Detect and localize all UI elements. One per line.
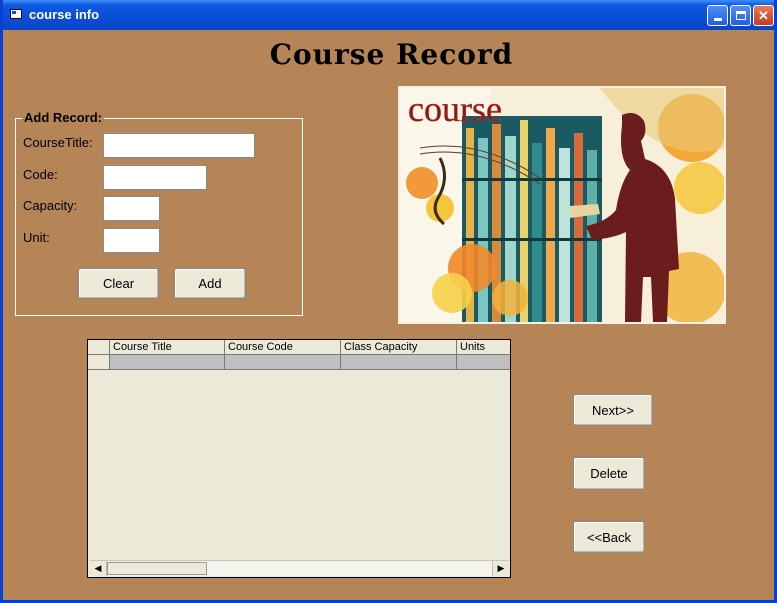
page-title: Course Record: [269, 38, 514, 71]
unit-label: Unit:: [23, 230, 50, 245]
horizontal-scrollbar[interactable]: ◀ ▶: [90, 560, 509, 576]
table-cell[interactable]: [341, 355, 457, 370]
minimize-button[interactable]: [707, 5, 728, 26]
column-header-course-code[interactable]: Course Code: [225, 340, 341, 355]
window-title: course info: [29, 7, 100, 22]
course-title-input[interactable]: [103, 133, 255, 158]
table-cell[interactable]: [457, 355, 510, 370]
capacity-label: Capacity:: [23, 198, 78, 213]
code-input[interactable]: [103, 165, 207, 190]
unit-input[interactable]: [103, 228, 160, 253]
next-button[interactable]: Next>>: [573, 394, 653, 426]
scroll-left-arrow-icon[interactable]: ◀: [90, 561, 107, 576]
maximize-icon: [735, 11, 746, 20]
clear-button[interactable]: Clear: [78, 268, 159, 299]
title-bar[interactable]: course info ✕: [3, 0, 774, 30]
course-picture: course: [398, 86, 726, 324]
picture-caption: course: [408, 89, 502, 129]
grid-corner-cell: [88, 340, 110, 355]
add-record-legend: Add Record:: [22, 110, 104, 125]
capacity-input[interactable]: [103, 196, 160, 221]
course-illustration: course: [400, 88, 724, 322]
table-row[interactable]: [88, 355, 510, 370]
scroll-thumb[interactable]: [107, 562, 207, 575]
course-title-label: CourseTitle:: [23, 135, 93, 150]
minimize-icon: [713, 18, 722, 21]
back-button[interactable]: <<Back: [573, 521, 645, 553]
column-header-units[interactable]: Units: [457, 340, 510, 355]
window-app-icon[interactable]: [10, 9, 22, 19]
code-label: Code:: [23, 167, 58, 182]
column-header-class-capacity[interactable]: Class Capacity: [341, 340, 457, 355]
column-header-course-title[interactable]: Course Title: [110, 340, 225, 355]
close-icon: ✕: [758, 7, 769, 23]
course-data-grid[interactable]: Course Title Course Code Class Capacity …: [87, 339, 511, 578]
table-cell[interactable]: [225, 355, 341, 370]
grid-header: Course Title Course Code Class Capacity …: [88, 340, 510, 355]
row-selector[interactable]: [88, 355, 110, 370]
scroll-right-arrow-icon[interactable]: ▶: [492, 561, 509, 576]
table-cell[interactable]: [110, 355, 225, 370]
maximize-button[interactable]: [730, 5, 751, 26]
close-button[interactable]: ✕: [753, 5, 774, 26]
add-button[interactable]: Add: [174, 268, 246, 299]
course-info-window: course info ✕ Course Record Add Record: …: [0, 0, 777, 603]
delete-button[interactable]: Delete: [573, 457, 645, 490]
